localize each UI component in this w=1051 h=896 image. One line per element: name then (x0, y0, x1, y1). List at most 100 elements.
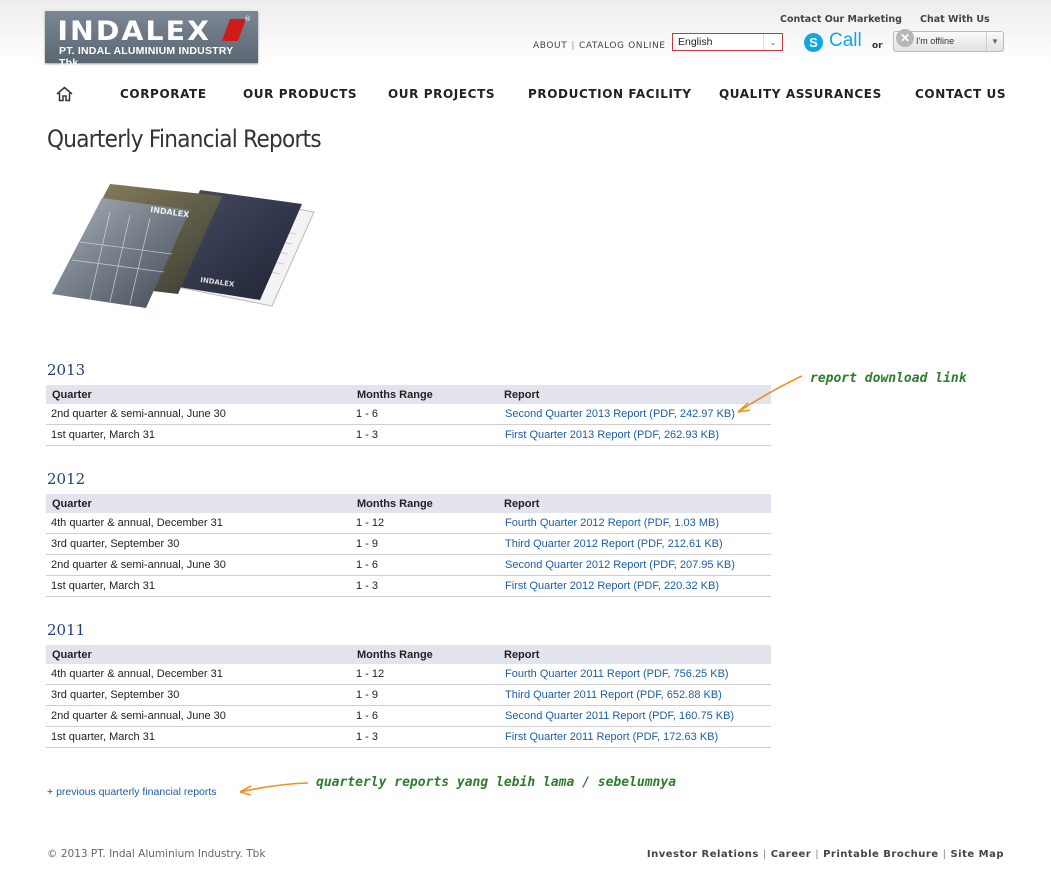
column-header-report: Report (498, 494, 771, 513)
nav-item-contact-us[interactable]: CONTACT US (915, 87, 1006, 101)
chevron-down-icon[interactable]: ▼ (986, 32, 1003, 51)
annotation-arrow-icon (239, 782, 309, 796)
offline-icon: ✕ (896, 29, 914, 47)
year-heading-2012: 2012 (47, 470, 86, 488)
contact-marketing-label: Contact Our Marketing (780, 14, 902, 25)
logo-text: INDALEX (57, 16, 212, 47)
quarter-cell: 4th quarter & annual, December 31 (46, 513, 351, 534)
table-row: 4th quarter & annual, December 31 1 - 12… (46, 664, 771, 685)
table-row: 4th quarter & annual, December 31 1 - 12… (46, 513, 771, 534)
chat-with-us-label: Chat With Us (920, 14, 990, 25)
language-select[interactable]: English ⌄ (672, 33, 783, 51)
catalog-online-link[interactable]: CATALOG ONLINE (579, 41, 666, 51)
range-cell: 1 - 3 (351, 424, 498, 446)
separator: | (815, 849, 820, 860)
quarter-cell: 2nd quarter & semi-annual, June 30 (46, 554, 351, 576)
table-row: 3rd quarter, September 30 1 - 9 Third Qu… (46, 684, 771, 706)
column-header-quarter: Quarter (46, 494, 351, 513)
table-row: 1st quarter, March 31 1 - 3 First Quarte… (46, 424, 771, 446)
table-row: 3rd quarter, September 30 1 - 9 Third Qu… (46, 533, 771, 555)
range-cell: 1 - 3 (351, 726, 498, 748)
logo-subtext: PT. INDAL ALUMINIUM INDUSTRY Tbk. (59, 45, 234, 69)
reports-table-2013: Quarter Months Range Report 2nd quarter … (46, 385, 771, 446)
report-download-link[interactable]: First Quarter 2012 Report (PDF, 220.32 K… (498, 575, 771, 597)
year-heading-2013: 2013 (47, 361, 86, 379)
quarter-cell: 1st quarter, March 31 (46, 575, 351, 597)
footer-link-site-map[interactable]: Site Map (950, 849, 1004, 860)
footer-link-printable-brochure[interactable]: Printable Brochure (823, 849, 939, 860)
report-download-link[interactable]: First Quarter 2011 Report (PDF, 172.63 K… (498, 726, 771, 748)
report-download-link[interactable]: First Quarter 2013 Report (PDF, 262.93 K… (498, 424, 771, 446)
reports-table-2011: Quarter Months Range Report 4th quarter … (46, 645, 771, 748)
column-header-quarter: Quarter (46, 645, 351, 664)
table-header-row: Quarter Months Range Report (46, 385, 771, 404)
main-nav: CORPORATE OUR PRODUCTS OUR PROJECTS PROD… (0, 87, 1051, 107)
quarter-cell: 3rd quarter, September 30 (46, 533, 351, 555)
report-download-link[interactable]: Fourth Quarter 2012 Report (PDF, 1.03 MB… (498, 513, 771, 534)
quarter-cell: 2nd quarter & semi-annual, June 30 (46, 404, 351, 425)
annotation-arrow-icon (737, 375, 803, 413)
column-header-months-range: Months Range (351, 385, 498, 404)
quarter-cell: 2nd quarter & semi-annual, June 30 (46, 705, 351, 727)
logo-mark-icon (221, 19, 247, 41)
table-row: 1st quarter, March 31 1 - 3 First Quarte… (46, 726, 771, 748)
separator: | (571, 41, 575, 51)
quarter-cell: 4th quarter & annual, December 31 (46, 664, 351, 685)
report-download-link[interactable]: Third Quarter 2011 Report (PDF, 652.88 K… (498, 684, 771, 706)
year-heading-2011: 2011 (47, 621, 86, 639)
nav-item-our-projects[interactable]: OUR PROJECTS (388, 87, 495, 101)
about-link[interactable]: ABOUT (533, 41, 567, 51)
footer-link-investor-relations[interactable]: Investor Relations (647, 849, 759, 860)
page-title: Quarterly Financial Reports (47, 125, 322, 153)
table-row: 1st quarter, March 31 1 - 3 First Quarte… (46, 575, 771, 597)
registered-icon: ® (244, 15, 251, 23)
company-logo[interactable]: INDALEX ® PT. INDAL ALUMINIUM INDUSTRY T… (45, 11, 258, 69)
table-header-row: Quarter Months Range Report (46, 645, 771, 664)
or-label: or (872, 41, 883, 51)
report-download-link[interactable]: Second Quarter 2011 Report (PDF, 160.75 … (498, 705, 771, 727)
language-value: English (678, 36, 713, 48)
separator: | (942, 849, 947, 860)
report-download-link[interactable]: Second Quarter 2012 Report (PDF, 207.95 … (498, 554, 771, 576)
quarter-cell: 1st quarter, March 31 (46, 726, 351, 748)
annotation-older-reports: quarterly reports yang lebih lama / sebe… (316, 775, 677, 790)
annotation-download-link: report download link (810, 371, 967, 386)
footer-copyright: © 2013 PT. Indal Aluminium Industry. Tbk (47, 848, 266, 860)
plus-icon: + (47, 786, 54, 798)
column-header-months-range: Months Range (351, 645, 498, 664)
skype-icon: S (804, 33, 823, 52)
range-cell: 1 - 6 (351, 404, 498, 425)
table-row: 2nd quarter & semi-annual, June 30 1 - 6… (46, 554, 771, 576)
range-cell: 1 - 3 (351, 575, 498, 597)
skype-call-label: Call (829, 30, 862, 51)
nav-item-our-products[interactable]: OUR PRODUCTS (243, 87, 357, 101)
range-cell: 1 - 9 (351, 684, 498, 706)
quarter-cell: 1st quarter, March 31 (46, 424, 351, 446)
reports-table-2012: Quarter Months Range Report 4th quarter … (46, 494, 771, 597)
report-brochure-image: INDALEX INDALEX (52, 184, 315, 308)
report-download-link[interactable]: Third Quarter 2012 Report (PDF, 212.61 K… (498, 533, 771, 555)
nav-item-production-facility[interactable]: PRODUCTION FACILITY (528, 87, 692, 101)
report-download-link[interactable]: Second Quarter 2013 Report (PDF, 242.97 … (498, 404, 771, 425)
previous-reports-link[interactable]: + previous quarterly financial reports (47, 786, 217, 798)
range-cell: 1 - 9 (351, 533, 498, 555)
chat-status-label: I'm offline (916, 36, 955, 46)
table-header-row: Quarter Months Range Report (46, 494, 771, 513)
table-row: 2nd quarter & semi-annual, June 30 1 - 6… (46, 705, 771, 727)
nav-item-corporate[interactable]: CORPORATE (120, 87, 207, 101)
report-download-link[interactable]: Fourth Quarter 2011 Report (PDF, 756.25 … (498, 664, 771, 685)
column-header-months-range: Months Range (351, 494, 498, 513)
nav-item-quality-assurances[interactable]: QUALITY ASSURANCES (719, 87, 882, 101)
chevron-down-icon: ⌄ (763, 34, 782, 50)
range-cell: 1 - 6 (351, 554, 498, 576)
range-cell: 1 - 6 (351, 705, 498, 727)
footer-link-career[interactable]: Career (771, 849, 812, 860)
range-cell: 1 - 12 (351, 664, 498, 685)
quarter-cell: 3rd quarter, September 30 (46, 684, 351, 706)
table-row: 2nd quarter & semi-annual, June 30 1 - 6… (46, 404, 771, 425)
top-links: ABOUT | CATALOG ONLINE (533, 41, 666, 51)
previous-reports-label: previous quarterly financial reports (56, 786, 217, 798)
column-header-report: Report (498, 385, 771, 404)
chat-status-widget[interactable]: ✕ I'm offline ▼ (893, 29, 1004, 52)
column-header-quarter: Quarter (46, 385, 351, 404)
